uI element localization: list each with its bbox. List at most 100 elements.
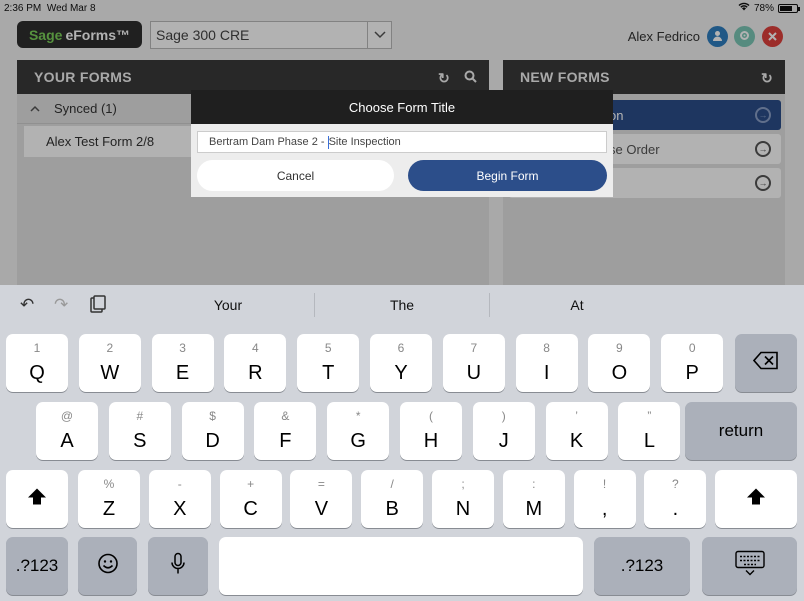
key-secondary-label: 6 — [397, 341, 405, 355]
key-s[interactable]: # S — [108, 402, 171, 460]
key-label: K — [569, 430, 584, 452]
undo-icon[interactable]: ↶ — [20, 295, 34, 315]
key-secondary-label: ) — [501, 409, 506, 423]
key-secondary-label: / — [390, 477, 394, 491]
suggestion-2[interactable]: The — [327, 297, 477, 313]
shift-icon — [715, 488, 797, 511]
suggestion-1[interactable]: Your — [153, 297, 303, 313]
key-label: Z — [102, 498, 116, 520]
shift-key[interactable] — [6, 470, 68, 528]
microphone-icon — [148, 552, 208, 580]
key-row3-1[interactable]: -X — [148, 470, 211, 528]
key-row3-2[interactable]: + C — [219, 470, 282, 528]
key-p[interactable]: 0P — [661, 334, 724, 392]
form-title-input[interactable]: Bertram Dam Phase 2 - Site Inspection — [197, 131, 607, 153]
key-label: H — [423, 430, 439, 452]
key-secondary-label: * — [355, 409, 361, 423]
key-secondary-label: 1 — [33, 341, 41, 355]
onscreen-keyboard: ↶ ↷ Your The At 1 Q 2 W 3 E 4 R 5 T 6 Y 7 U 8 I 9 O 0 P @ A # S… — [0, 285, 804, 601]
key-row3-0[interactable]: % Z — [78, 470, 140, 528]
key-l[interactable]: ” L — [618, 402, 681, 460]
key-label: T — [322, 362, 335, 384]
key-g[interactable]: * G — [327, 402, 390, 460]
return-key[interactable]: return — [685, 402, 797, 460]
key-label: X — [173, 498, 187, 520]
key-h[interactable]: (H — [400, 402, 462, 460]
key-secondary-label: 2 — [106, 341, 114, 355]
key-secondary-label: 7 — [470, 341, 478, 355]
key-secondary-label: : — [532, 477, 536, 491]
key-a[interactable]: @ A — [36, 402, 98, 460]
key-label: L — [643, 430, 655, 452]
key-label: Y — [394, 362, 408, 384]
key-label: P — [685, 362, 699, 384]
key-row3-6[interactable]: :M — [502, 470, 565, 528]
key-label: .?123 — [620, 556, 664, 575]
backspace-icon — [735, 351, 797, 375]
space-key[interactable] — [219, 537, 583, 595]
dialog-title: Choose Form Title — [191, 90, 613, 124]
key-label: F — [279, 430, 292, 452]
key-secondary-label: & — [281, 409, 290, 423]
key-label: A — [60, 430, 74, 452]
key-label: .?123 — [15, 556, 59, 575]
cancel-button[interactable]: Cancel — [197, 160, 394, 191]
backspace-key[interactable] — [735, 334, 797, 392]
key-w[interactable]: 2W — [78, 334, 141, 392]
key-row3-7[interactable]: !, — [573, 470, 636, 528]
key-secondary-label: + — [247, 477, 255, 491]
key-e[interactable]: 3E — [151, 334, 214, 392]
key-secondary-label: ; — [461, 477, 465, 491]
key-row3-3[interactable]: = V — [290, 470, 353, 528]
key-label: return — [718, 421, 764, 440]
key-label: , — [601, 498, 608, 520]
key-label: I — [543, 362, 550, 384]
shift-key-right[interactable] — [715, 470, 797, 528]
clipboard-icon[interactable] — [90, 295, 106, 318]
key-secondary-label: 5 — [324, 341, 332, 355]
numbers-key-right[interactable]: .?123 — [594, 537, 690, 595]
key-k[interactable]: ’ K — [545, 402, 608, 460]
key-r[interactable]: 4R — [224, 334, 287, 392]
key-row3-5[interactable]: ; N — [432, 470, 494, 528]
key-o[interactable]: 9O — [588, 334, 651, 392]
shift-icon — [6, 488, 68, 511]
key-label: C — [243, 498, 258, 520]
emoji-icon — [78, 553, 137, 580]
key-label: Q — [29, 362, 45, 384]
key-u[interactable]: 7U — [442, 334, 505, 392]
key-label: . — [672, 498, 679, 520]
key-secondary-label: 0 — [688, 341, 696, 355]
emoji-key[interactable] — [78, 537, 137, 595]
key-label: U — [466, 362, 482, 384]
key-secondary-label: = — [317, 477, 325, 491]
key-i[interactable]: 8I — [515, 334, 578, 392]
key-y[interactable]: 6Y — [370, 334, 432, 392]
key-secondary-label: ” — [647, 409, 652, 423]
key-label: B — [385, 498, 399, 520]
redo-icon[interactable]: ↷ — [54, 295, 68, 315]
key-secondary-label: 4 — [252, 341, 259, 355]
begin-form-button[interactable]: Begin Form — [408, 160, 607, 191]
key-secondary-label: ? — [672, 477, 679, 491]
key-label: S — [133, 430, 147, 452]
key-d[interactable]: $ D — [181, 402, 244, 460]
hide-keyboard-key[interactable] — [702, 537, 797, 595]
key-f[interactable]: & F — [254, 402, 317, 460]
key-secondary-label: ( — [429, 409, 433, 423]
key-secondary-label: 9 — [616, 341, 623, 355]
keyboard-hide-icon — [702, 550, 797, 582]
key-label: N — [455, 498, 471, 520]
key-t[interactable]: 5T — [297, 334, 360, 392]
key-secondary-label: - — [177, 477, 182, 491]
key-j[interactable]: ) J — [472, 402, 535, 460]
key-row3-8[interactable]: ?. — [644, 470, 707, 528]
dictation-key[interactable] — [148, 537, 208, 595]
suggestion-3[interactable]: At — [502, 297, 652, 313]
key-secondary-label: 8 — [543, 341, 550, 355]
numbers-key[interactable]: .?123 — [6, 537, 68, 595]
key-label: R — [248, 362, 263, 384]
choose-form-title-dialog: Choose Form Title Bertram Dam Phase 2 - … — [191, 90, 613, 197]
key-q[interactable]: 1Q — [6, 334, 68, 392]
key-row3-4[interactable]: / B — [361, 470, 424, 528]
